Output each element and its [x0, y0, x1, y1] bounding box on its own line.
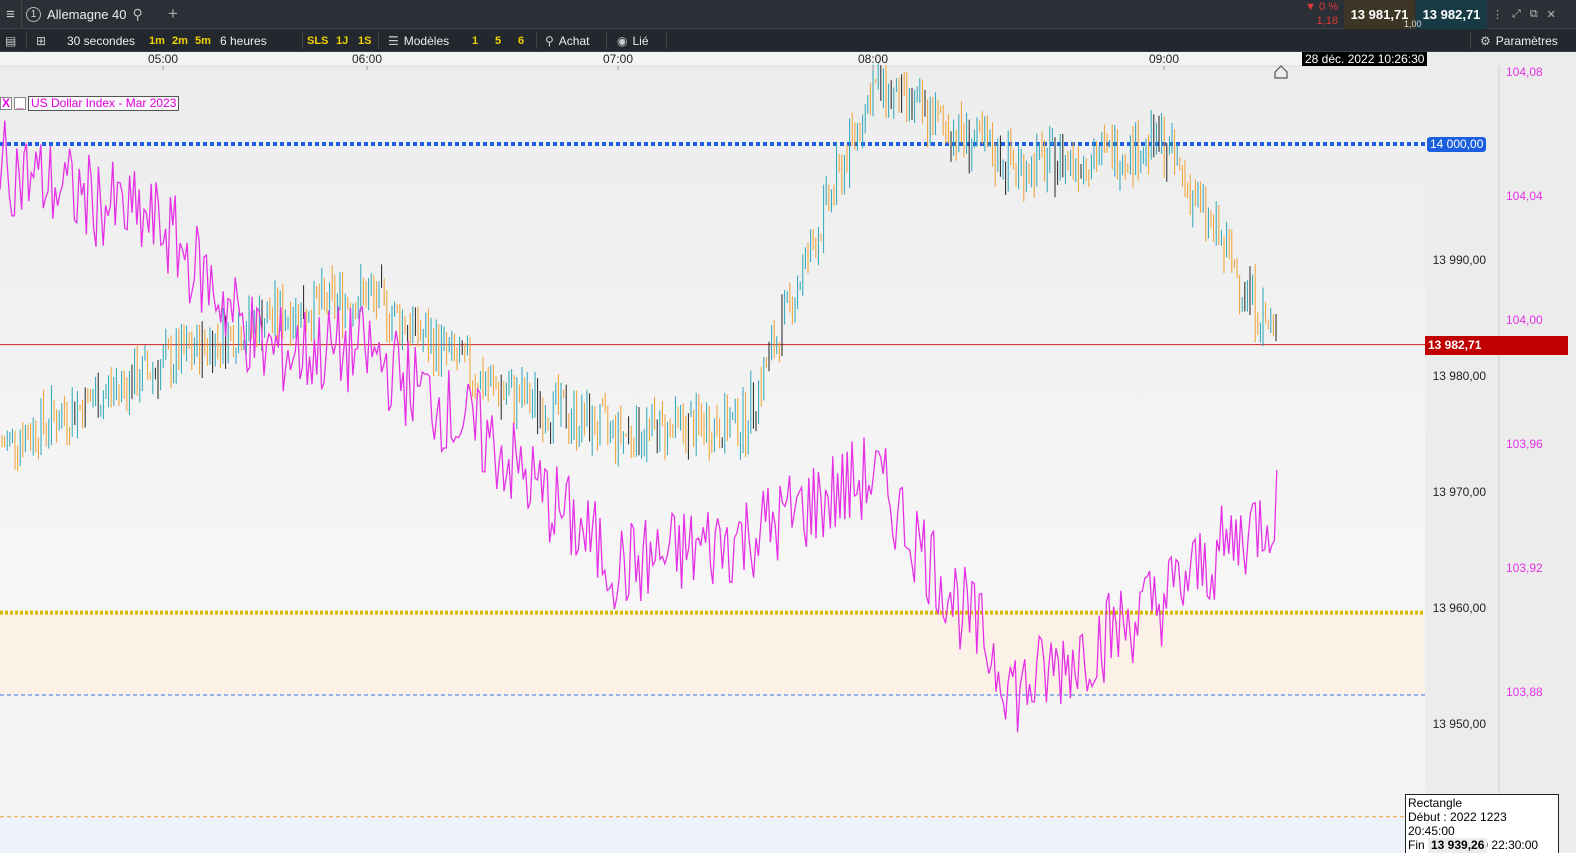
time-label: 07:00 [603, 52, 633, 66]
change-percent: ▼ 0 % [1305, 1, 1338, 13]
legend-minimize-icon[interactable]: _ [14, 97, 26, 110]
overlay-tick-label: 103,88 [1506, 685, 1543, 699]
candlestick-icon: ⚲ [545, 33, 554, 48]
top-bar: ≡ 1 Allemagne 40 ⚲ + ▼ 0 % 1,18 13 981,7… [0, 0, 1576, 29]
legend-close-icon[interactable]: X [0, 97, 12, 110]
change-absolute: 1,18 [1316, 15, 1338, 27]
overlay-tick-label: 104,04 [1506, 189, 1543, 203]
quick-template-1[interactable]: 1 [472, 29, 478, 52]
quick-interval-1m[interactable]: 1m [149, 29, 165, 52]
crosshair-datetime: 28 déc. 2022 10:26:30 [1302, 52, 1428, 66]
chart-list-icon[interactable]: ▤ [5, 29, 16, 52]
quick-template-6[interactable]: 6 [518, 29, 524, 52]
quick-range-sls[interactable]: SLS [307, 29, 328, 52]
price-tick-label: 13 980,00 [1433, 369, 1487, 383]
close-icon[interactable]: ✕ [1547, 8, 1556, 21]
quick-template-5[interactable]: 5 [495, 29, 501, 52]
lower-zone [0, 816, 1425, 853]
chart-area[interactable]: 05:00 06:00 07:00 08:00 09:00 13 990,00 13 980… [0, 52, 1576, 853]
linked-button[interactable]: ◉ Lié [617, 29, 649, 52]
buy-button[interactable]: ⚲ Achat [545, 29, 589, 52]
hamburger-icon[interactable]: ≡ [0, 0, 22, 28]
rectangle-drawing [0, 612, 1425, 695]
quick-interval-2m[interactable]: 2m [172, 29, 188, 52]
buy-label: Achat [558, 33, 590, 48]
price-tick-label: 13 990,00 [1433, 253, 1487, 267]
settings-button[interactable]: ⚙ Paramètres [1480, 29, 1558, 52]
gear-icon: ⚙ [1480, 33, 1491, 48]
spread-value: 1,00 [1404, 18, 1422, 29]
eye-icon: ◉ [617, 33, 628, 48]
expand-icon[interactable]: ⤢ [1512, 8, 1521, 21]
price-tick-label: 13 960,00 [1433, 601, 1487, 615]
instrument-name[interactable]: Allemagne 40 [47, 7, 127, 22]
time-label: 06:00 [352, 52, 382, 66]
price-chart[interactable]: 05:00 06:00 07:00 08:00 09:00 13 990,00 13 980… [0, 52, 1576, 853]
quick-range-1j[interactable]: 1J [336, 29, 348, 52]
price-tick-label: 13 970,00 [1433, 485, 1487, 499]
templates-button[interactable]: ☰ Modèles [388, 29, 449, 52]
legend-series-name[interactable]: US Dollar Index - Mar 2023 [28, 96, 180, 111]
quick-interval-5m[interactable]: 5m [195, 29, 211, 52]
time-label: 05:00 [148, 52, 178, 66]
linked-label: Lié [632, 33, 649, 48]
overlay-tick-label: 104,00 [1506, 313, 1543, 327]
quick-range-1s[interactable]: 1S [358, 29, 371, 52]
time-label: 08:00 [858, 52, 888, 66]
templates-label: Modèles [403, 33, 450, 48]
bottom-price-label: 13 939,26 [1428, 838, 1488, 853]
time-label: 09:00 [1149, 52, 1179, 66]
range-select[interactable]: 6 heures [220, 29, 267, 52]
time-axis-background [0, 52, 1425, 66]
price-tick-label: 13 950,00 [1433, 717, 1487, 731]
overlay-legend: X _ US Dollar Index - Mar 2023 [0, 96, 180, 111]
plus-icon[interactable]: + [168, 0, 178, 28]
current-price-tag: 13 982,71 [1425, 336, 1568, 355]
window-controls: ⋮ ⤢ ⧉ ✕ [1492, 0, 1556, 28]
interval-select[interactable]: 30 secondes [67, 29, 135, 52]
chart-background [0, 52, 1425, 853]
overlay-tick-label: 103,92 [1506, 561, 1543, 575]
chart-toolbar: ▤ ⊞ 30 secondes 1m 2m 5m 6 heures SLS 1J… [0, 29, 1576, 52]
overlay-tick-label: 103,96 [1506, 437, 1543, 451]
settings-label: Paramètres [1495, 33, 1558, 48]
level-tag-blue[interactable]: 14 000,00 [1427, 137, 1487, 152]
drag-handle-icon[interactable]: ⋮ [1492, 8, 1503, 21]
search-icon[interactable]: ⚲ [133, 6, 143, 23]
tooltip-title: Rectangle [1408, 796, 1463, 810]
price-axis-background [1425, 52, 1576, 853]
layout-grid-icon[interactable]: ⊞ [36, 29, 46, 52]
tooltip-start: Début : 2022 1223 20:45:00 [1408, 810, 1507, 838]
instrument-number-badge: 1 [26, 6, 41, 22]
instrument-tab[interactable]: 1 Allemagne 40 ⚲ [26, 0, 143, 28]
buy-price-button[interactable]: 13 982,71 [1416, 0, 1487, 29]
popout-icon[interactable]: ⧉ [1530, 8, 1538, 21]
price-change: ▼ 0 % 1,18 [1288, 0, 1338, 28]
overlay-tick-label: 104,08 [1506, 65, 1543, 79]
sliders-icon: ☰ [388, 33, 399, 48]
